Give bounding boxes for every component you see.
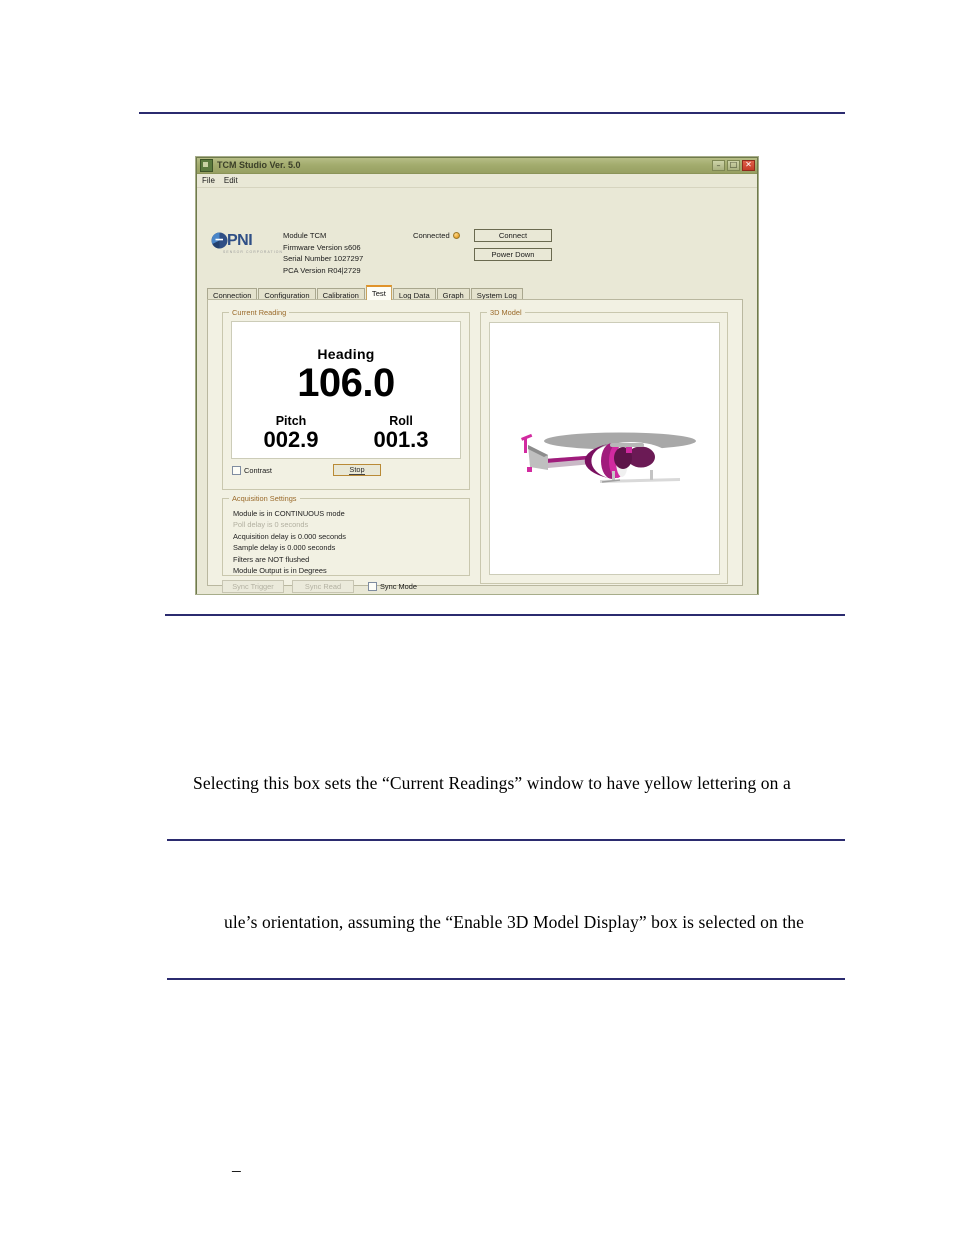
app-body: PNI SENSOR CORPORATION Module TCM Firmwa… <box>197 188 757 594</box>
acq-line-sample-delay: Sample delay is 0.000 seconds <box>233 543 336 553</box>
contrast-checkbox-row[interactable]: Contrast <box>232 466 272 475</box>
acq-line-mode: Module is in CONTINUOUS mode <box>233 509 345 518</box>
sync-controls-row: Sync Trigger Sync Read Sync Mode <box>222 580 417 593</box>
app-icon <box>200 159 213 172</box>
page-rule-below-figure <box>165 614 845 616</box>
helicopter-model-icon <box>508 423 704 498</box>
tcm-studio-window: TCM Studio Ver. 5.0 – □ ✕ File Edit PNI … <box>196 157 758 594</box>
module-info-line-firmware: Firmware Version s606 <box>283 242 361 252</box>
helicopter-svg <box>520 432 696 483</box>
maximize-icon: □ <box>729 160 738 169</box>
maximize-button[interactable]: □ <box>727 160 740 171</box>
menubar: File Edit <box>197 174 757 188</box>
roll-label: Roll <box>389 414 413 428</box>
sync-mode-label: Sync Mode <box>380 582 417 591</box>
pni-logo: PNI SENSOR CORPORATION <box>211 232 289 254</box>
window-controls: – □ ✕ <box>712 160 755 171</box>
model-3d-canvas[interactable] <box>489 322 720 575</box>
model-3d-group: 3D Model <box>480 308 728 584</box>
acq-line-acquisition-delay: Acquisition delay is 0.000 seconds <box>233 531 346 541</box>
window-titlebar: TCM Studio Ver. 5.0 – □ ✕ <box>197 158 757 174</box>
heading-value: 106.0 <box>297 361 395 405</box>
module-info-line-module: Module TCM <box>283 231 327 240</box>
acquisition-settings-group-title: Acquisition Settings <box>229 494 300 503</box>
acquisition-settings-list: Module is in CONTINUOUS mode Poll delay … <box>233 508 346 576</box>
menu-item-edit[interactable]: Edit <box>224 175 238 186</box>
close-icon: ✕ <box>745 160 752 169</box>
sync-read-button[interactable]: Sync Read <box>292 580 354 593</box>
pitch-value: 002.9 <box>263 427 319 452</box>
connect-button[interactable]: Connect <box>474 229 552 242</box>
tab-strip: Connection Configuration Calibration Tes… <box>207 285 524 300</box>
tab-test[interactable]: Test <box>365 285 392 300</box>
acq-line-output-units: Module Output is in Degrees <box>233 566 327 576</box>
pni-mark-icon <box>211 232 228 249</box>
pni-mark-svg <box>211 232 228 249</box>
menu-item-file[interactable]: File <box>202 175 215 186</box>
current-reading-display: Heading 106.0 Pitch 002.9 Roll 001.3 <box>231 321 461 459</box>
window-title: TCM Studio Ver. 5.0 <box>217 160 301 170</box>
current-reading-group-title: Current Reading <box>229 308 290 317</box>
page-rule-lower <box>167 978 845 980</box>
close-button[interactable]: ✕ <box>742 160 755 171</box>
pni-tagline: SENSOR CORPORATION <box>223 250 284 254</box>
roll-readout: Roll 001.3 <box>344 414 458 452</box>
sync-mode-checkbox[interactable] <box>368 582 377 591</box>
minimize-button[interactable]: – <box>712 160 725 171</box>
acq-line-filters: Filters are NOT flushed <box>233 554 310 564</box>
stop-button[interactable]: Stop <box>333 464 381 476</box>
connection-status-label: Connected <box>413 231 450 240</box>
page-rule-mid <box>167 839 845 841</box>
roll-value: 001.3 <box>373 427 429 452</box>
pni-wordmark: PNI <box>227 231 253 249</box>
sync-mode-checkbox-row[interactable]: Sync Mode <box>368 582 417 591</box>
module-info: Module TCM Firmware Version s606 Serial … <box>283 230 363 276</box>
acq-line-poll-delay: Poll delay is 0 seconds <box>233 520 309 530</box>
module-info-line-pca: PCA Version R04|2729 <box>283 265 361 275</box>
body-paragraph-2: ule’s orientation, assuming the “Enable … <box>224 912 805 932</box>
stop-button-label: Stop <box>349 465 365 475</box>
test-tab-panel: Current Reading Heading 106.0 Pitch 002.… <box>207 299 743 593</box>
contrast-checkbox[interactable] <box>232 466 241 475</box>
page-rule-top <box>139 112 845 114</box>
connection-status-led <box>453 232 460 239</box>
module-info-line-serial: Serial Number 1027297 <box>283 254 364 264</box>
model-3d-group-title: 3D Model <box>487 308 525 317</box>
contrast-label: Contrast <box>244 466 272 475</box>
pitch-label: Pitch <box>275 414 307 428</box>
pitch-readout: Pitch 002.9 <box>234 414 348 452</box>
power-down-button[interactable]: Power Down <box>474 248 552 261</box>
page-footer-dash: – <box>232 1160 241 1180</box>
current-reading-group: Current Reading Heading 106.0 Pitch 002.… <box>222 308 470 490</box>
acquisition-settings-group: Acquisition Settings Module is in CONTIN… <box>222 494 470 576</box>
sync-trigger-button[interactable]: Sync Trigger <box>222 580 284 593</box>
body-paragraph-1: Selecting this box sets the “Current Rea… <box>193 773 791 793</box>
minimize-icon: – <box>716 161 721 170</box>
